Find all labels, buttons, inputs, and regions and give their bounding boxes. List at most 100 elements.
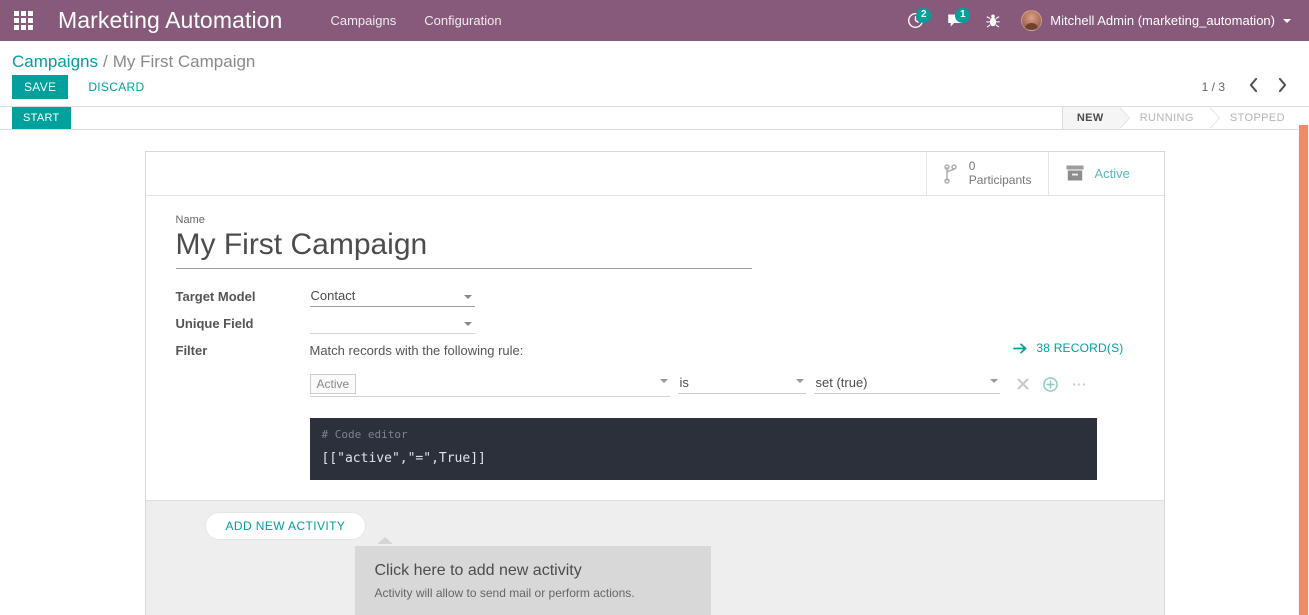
vertical-scrollbar-track[interactable] [1298,125,1309,615]
add-new-activity-button[interactable]: ADD NEW ACTIVITY [205,513,366,539]
code-fork-icon [943,163,959,184]
user-name-label: Mitchell Admin (marketing_automation) [1050,13,1275,28]
records-count-label: 38 RECORD(S) [1036,341,1124,355]
domain-value-selector[interactable]: set (true) [813,374,1000,394]
participants-label: Participants [968,172,1032,187]
participants-count: 0 [968,158,976,173]
domain-operator-selector[interactable]: is [677,374,806,394]
status-bar: START NEW RUNNING STOPPED [0,106,1309,130]
unique-field-select[interactable] [309,314,475,334]
stage-label: NEW [1076,112,1104,124]
pager-value: 1 / 3 [1201,79,1225,94]
menu-item-configuration[interactable]: Configuration [410,13,515,28]
domain-row-actions: ⋯ [1010,377,1095,392]
domain-field-underline [309,396,670,397]
debug-menu[interactable] [975,0,1011,41]
bug-icon [986,13,1001,27]
vertical-scrollbar-thumb[interactable] [1299,125,1308,615]
code-editor-comment: # Code editor [321,428,408,441]
plus-circle-icon [1042,376,1058,392]
domain-editor: Match records with the following rule: 3… [309,341,1134,480]
save-button[interactable]: SAVE [12,74,69,99]
stage-label: RUNNING [1139,112,1194,124]
activity-hint-title: Click here to add new activity [374,562,582,579]
domain-value-value: set (true) [813,374,1000,394]
stage-arrow-icon [1118,107,1129,129]
chevron-down-icon [659,379,668,383]
stat-button-participants[interactable]: 0 Participants [925,152,1048,195]
unique-field-select-wrap [309,314,475,334]
systray: 2 1 Mitchell Admin (marketing_automation… [896,0,1309,41]
activities-menu[interactable]: 2 [896,0,935,41]
campaign-name-input[interactable] [175,228,752,269]
stage-new[interactable]: NEW [1061,107,1130,129]
unique-field-label: Unique Field [175,316,254,331]
apps-grid-icon [13,11,33,30]
messaging-menu[interactable]: 1 [935,0,975,41]
filter-caption: Match records with the following rule: [309,343,524,358]
control-panel-buttons: SAVE DISCARD 1 / 3 [12,74,1297,106]
stage-running[interactable]: RUNNING [1119,107,1220,129]
target-model-select[interactable]: Contact [309,287,475,307]
pager: 1 / 3 [1201,77,1297,95]
domain-field-value: Active [309,374,357,394]
pager-previous-button[interactable] [1239,77,1268,95]
filter-label: Filter [175,343,208,358]
target-model-label: Target Model [175,289,256,304]
chevron-left-icon [1249,77,1258,93]
code-editor-content: [["active","=",True]] [321,451,486,466]
active-label: Active [1094,166,1130,181]
activities-count-badge: 2 [916,8,932,23]
form-field-group: Target Model Contact Unique Field Filter… [176,287,1134,480]
breadcrumb: Campaigns / My First Campaign [12,41,1297,74]
form-sheet: 0 Participants Active Name My First Camp… [144,151,1165,615]
stage-arrow-icon [1208,107,1219,129]
domain-operator-value: is [677,374,806,394]
messages-count-badge: 1 [955,8,971,23]
field-row-filter: Filter Match records with the following … [176,341,1134,480]
name-field-label: Name [175,214,205,226]
chevron-down-icon [1283,18,1291,23]
breadcrumb-separator: / [103,52,108,71]
archive-icon [1065,164,1085,183]
stat-button-active[interactable]: Active [1047,152,1164,195]
domain-code-editor[interactable]: # Code editor [["active","=",True]] [309,418,1097,480]
field-row-unique-field: Unique Field [176,314,1134,334]
target-model-select-wrap: Contact [309,287,475,307]
campaign-form-view: 0 Participants Active Name My First Camp… [0,139,1309,615]
form-body: Name Target Model Contact Unique Fi [146,196,1164,480]
activity-pointer-icon [376,537,393,544]
pager-next-button[interactable] [1268,77,1297,95]
add-rule-button[interactable] [1036,376,1065,392]
breadcrumb-item-current: My First Campaign [112,52,256,71]
chevron-down-icon [795,379,804,383]
activity-zone: ADD NEW ACTIVITY Click here to add new a… [145,500,1164,615]
records-count-link[interactable]: 38 RECORD(S) [1013,341,1123,355]
arrow-right-icon [1013,342,1028,355]
field-row-target-model: Target Model Contact [176,287,1134,307]
stage-stopped[interactable]: STOPPED [1209,107,1309,129]
start-button[interactable]: START [12,107,71,129]
domain-field-selector[interactable]: Active [309,374,670,397]
app-brand-title: Marketing Automation [58,7,283,33]
menu-item-campaigns[interactable]: Campaigns [316,13,410,28]
domain-rule-row: Active is set (true) ⋯ [309,374,1095,397]
activity-hint-subtitle: Activity will allow to send mail or perf… [374,586,635,600]
stat-button-box: 0 Participants Active [145,152,1164,196]
more-options-button[interactable]: ⋯ [1065,377,1095,392]
top-navbar: Marketing Automation Campaigns Configura… [0,0,1309,41]
delete-rule-button[interactable] [1010,378,1036,390]
user-menu[interactable]: Mitchell Admin (marketing_automation) [1011,0,1297,41]
discard-button[interactable]: DISCARD [74,75,158,99]
activity-empty-hint: Click here to add new activity Activity … [354,546,711,615]
navbar-menu: Campaigns Configuration [316,13,515,28]
stage-list: NEW RUNNING STOPPED [1061,107,1309,129]
stage-label: STOPPED [1229,112,1285,124]
times-icon [1017,378,1028,390]
chevron-down-icon [989,379,998,383]
breadcrumb-item-campaigns[interactable]: Campaigns [12,52,98,72]
control-panel: Campaigns / My First Campaign SAVE DISCA… [0,41,1309,106]
user-avatar [1021,10,1043,31]
apps-menu-toggle[interactable] [0,0,46,41]
form-content-area: 0 Participants Active Name My First Camp… [0,139,1309,615]
